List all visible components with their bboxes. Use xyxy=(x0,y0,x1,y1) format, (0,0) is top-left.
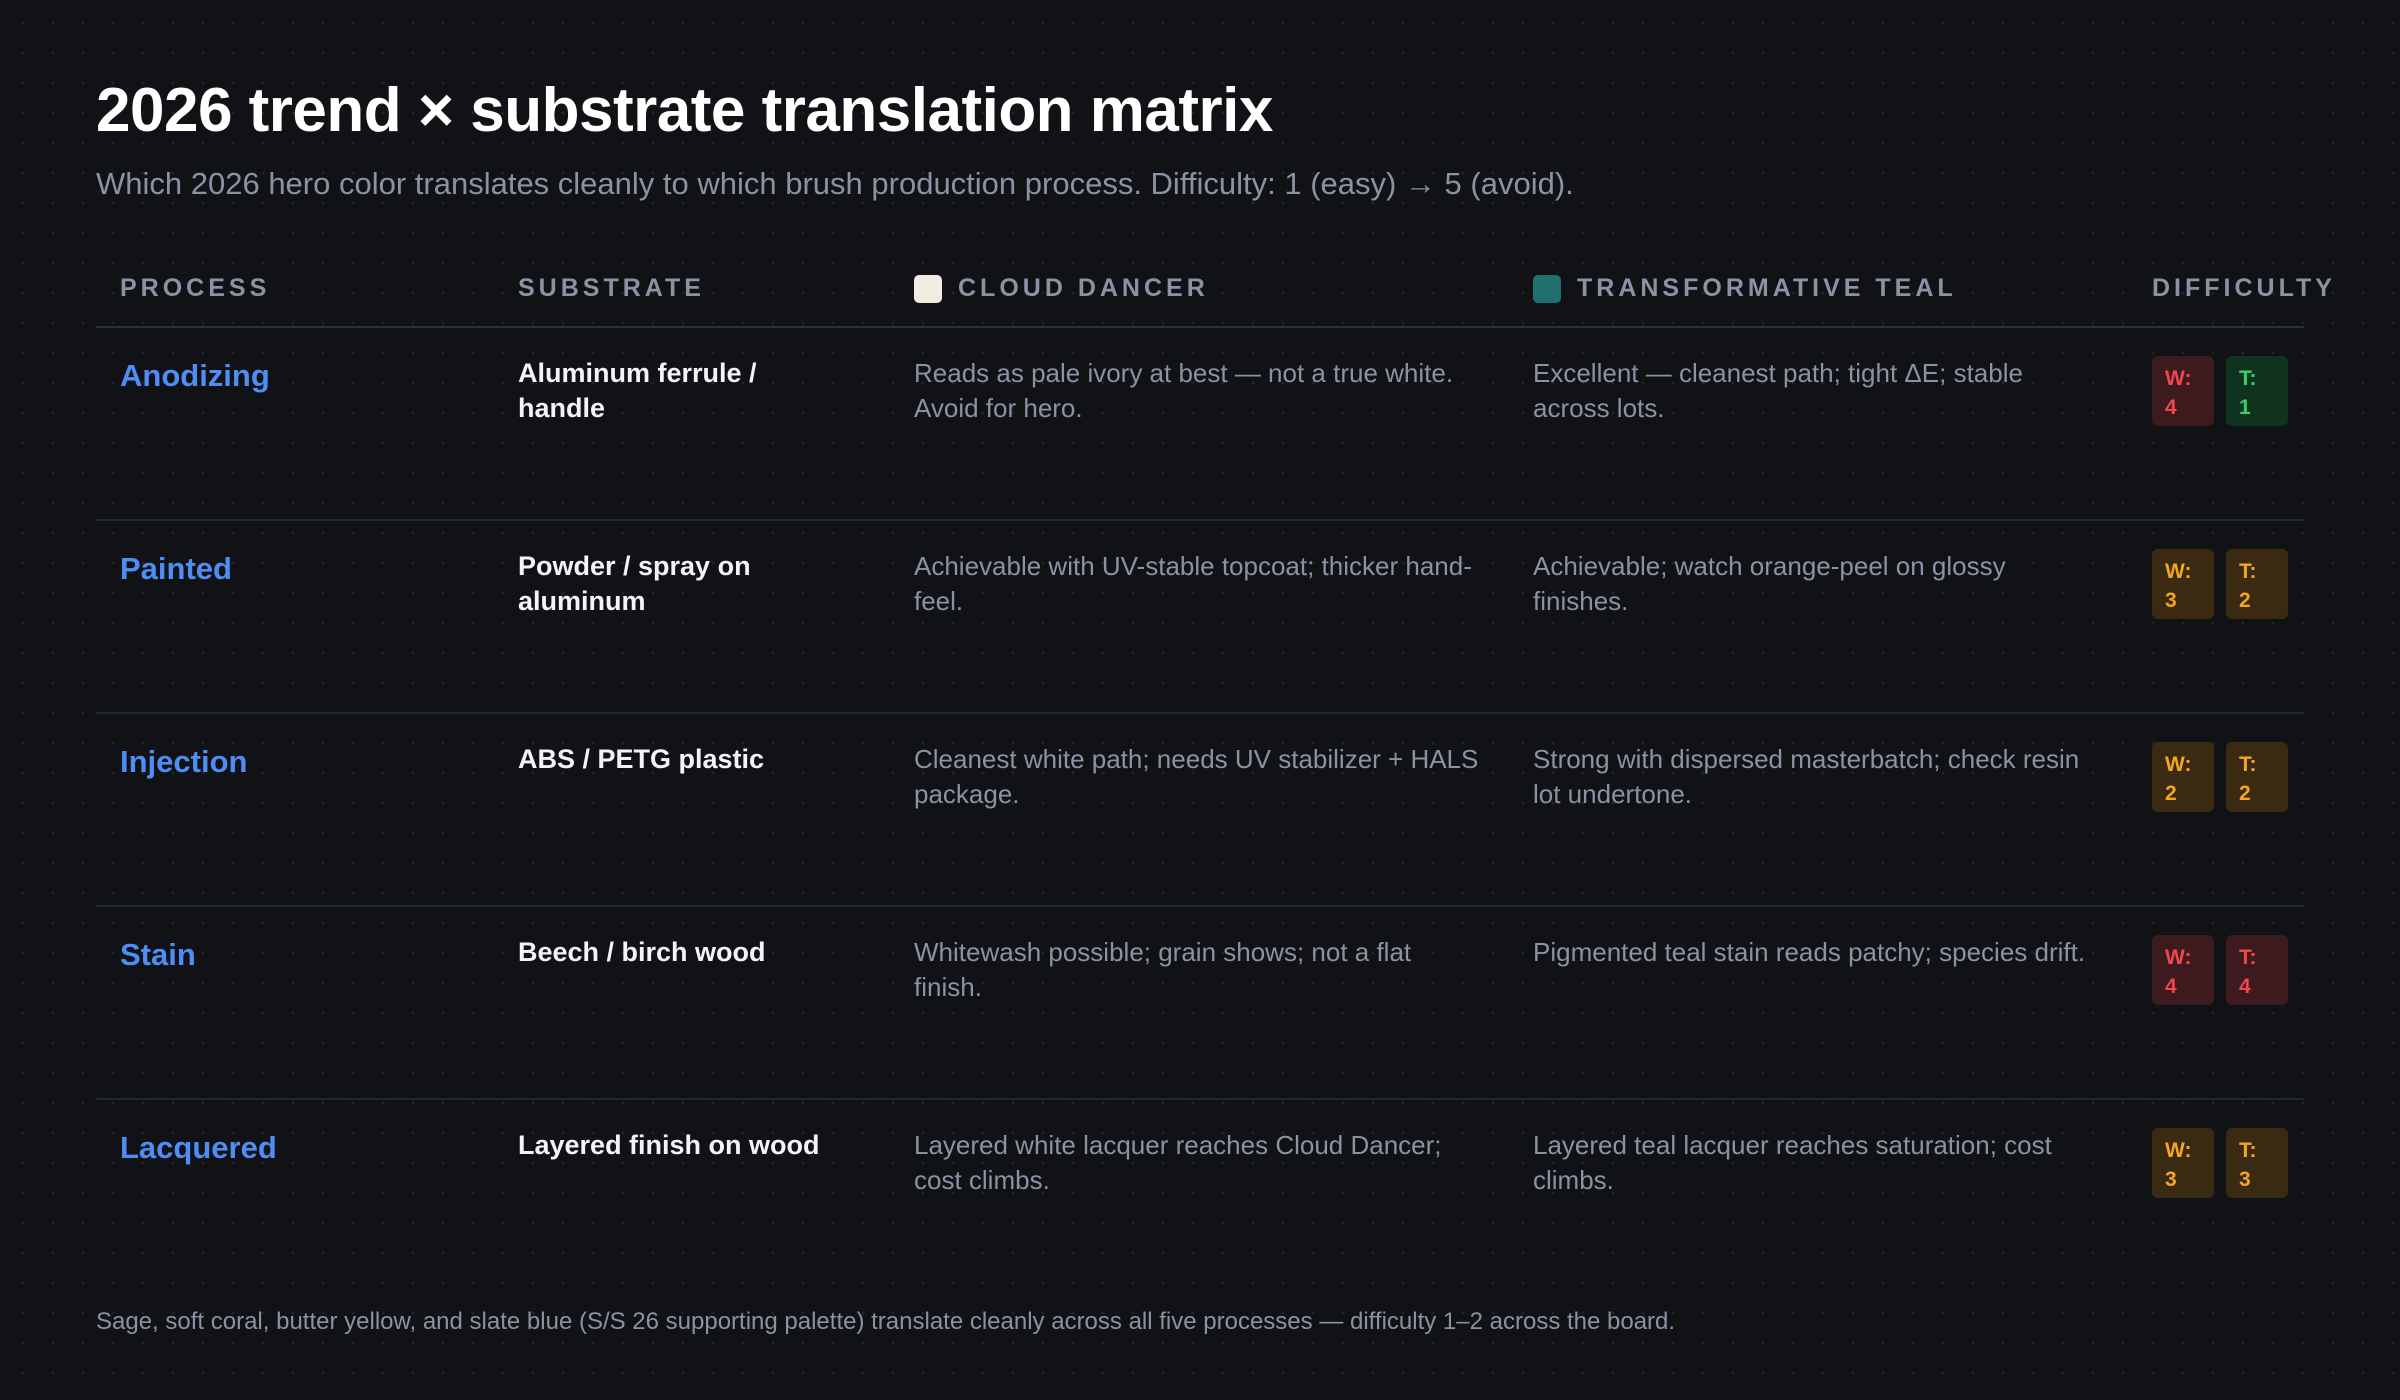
difficulty-badges: W: 4 T: 4 xyxy=(2152,935,2288,1005)
matrix-frame: 2026 trend × substrate translation matri… xyxy=(96,74,2332,1291)
table-row: Anodizing Aluminum ferrule / handle Read… xyxy=(96,328,2304,521)
column-header-difficulty: DIFFICULTY xyxy=(2152,274,2336,303)
white-difficulty-badge: W: 3 xyxy=(2152,1128,2214,1198)
badge-value: 4 xyxy=(2239,975,2251,998)
footnote: Sage, soft coral, butter yellow, and sla… xyxy=(96,1308,1676,1335)
column-header-difficulty-label: DIFFICULTY xyxy=(2152,274,2336,302)
column-header-substrate-label: SUBSTRATE xyxy=(518,274,705,302)
column-header-teal-label: TRANSFORMATIVE TEAL xyxy=(1577,274,1957,302)
badge-label: W: xyxy=(2165,560,2192,583)
white-difficulty-badge: W: 2 xyxy=(2152,742,2214,812)
badge-label: T: xyxy=(2239,753,2257,776)
transformative-teal-swatch xyxy=(1533,274,1561,303)
teal-note: Strong with dispersed masterbatch; check… xyxy=(1533,744,2080,809)
cloud-dancer-note: Cleanest white path; needs UV stabilizer… xyxy=(914,744,1479,809)
white-difficulty-badge: W: 4 xyxy=(2152,356,2214,426)
process-name: Injection xyxy=(120,744,248,779)
teal-difficulty-badge: T: 4 xyxy=(2226,935,2288,1005)
badge-label: T: xyxy=(2239,560,2257,583)
process-name: Lacquered xyxy=(120,1130,277,1165)
column-header-substrate: SUBSTRATE xyxy=(518,274,705,303)
substrate-text: Powder / spray on aluminum xyxy=(518,551,751,616)
table-body: Anodizing Aluminum ferrule / handle Read… xyxy=(96,328,2304,1291)
cloud-dancer-note: Reads as pale ivory at best — not a true… xyxy=(914,358,1454,423)
table-row: Stain Beech / birch wood Whitewash possi… xyxy=(96,907,2304,1100)
badge-value: 3 xyxy=(2165,589,2177,612)
difficulty-badges: W: 2 T: 2 xyxy=(2152,742,2288,812)
page-title: 2026 trend × substrate translation matri… xyxy=(96,76,1273,145)
column-header-process: PROCESS xyxy=(120,274,270,303)
column-header-cloud-dancer-label: CLOUD DANCER xyxy=(958,274,1209,302)
teal-difficulty-badge: T: 3 xyxy=(2226,1128,2288,1198)
cloud-dancer-note: Layered white lacquer reaches Cloud Danc… xyxy=(914,1130,1442,1195)
badge-label: W: xyxy=(2165,946,2192,969)
table-row: Painted Powder / spray on aluminum Achie… xyxy=(96,521,2304,714)
white-difficulty-badge: W: 4 xyxy=(2152,935,2214,1005)
process-name: Anodizing xyxy=(120,358,270,393)
badge-value: 3 xyxy=(2239,1168,2251,1191)
cloud-dancer-note: Whitewash possible; grain shows; not a f… xyxy=(914,937,1412,1002)
process-name: Stain xyxy=(120,937,196,972)
teal-note: Layered teal lacquer reaches saturation;… xyxy=(1533,1130,2052,1195)
badge-label: T: xyxy=(2239,946,2257,969)
translation-matrix-table: PROCESS SUBSTRATE CLOUD DANCER TRANSFORM… xyxy=(96,250,2332,1291)
cloud-dancer-swatch xyxy=(914,274,942,303)
substrate-text: Beech / birch wood xyxy=(518,937,766,967)
badge-value: 3 xyxy=(2165,1168,2177,1191)
teal-difficulty-badge: T: 2 xyxy=(2226,549,2288,619)
column-header-cloud-dancer: CLOUD DANCER xyxy=(914,274,1209,303)
table-header: PROCESS SUBSTRATE CLOUD DANCER TRANSFORM… xyxy=(96,250,2332,328)
badge-value: 4 xyxy=(2165,975,2177,998)
substrate-text: Aluminum ferrule / handle xyxy=(518,358,757,423)
badge-value: 2 xyxy=(2239,782,2251,805)
difficulty-badges: W: 3 T: 2 xyxy=(2152,549,2288,619)
teal-difficulty-badge: T: 2 xyxy=(2226,742,2288,812)
difficulty-badges: W: 4 T: 1 xyxy=(2152,356,2288,426)
teal-note: Pigmented teal stain reads patchy; speci… xyxy=(1533,937,2086,967)
badge-label: W: xyxy=(2165,367,2192,390)
badge-label: W: xyxy=(2165,753,2192,776)
cloud-dancer-note: Achievable with UV-stable topcoat; thick… xyxy=(914,551,1472,616)
teal-difficulty-badge: T: 1 xyxy=(2226,356,2288,426)
badge-label: T: xyxy=(2239,1139,2257,1162)
badge-value: 1 xyxy=(2239,396,2251,419)
column-header-process-label: PROCESS xyxy=(120,274,271,302)
substrate-text: ABS / PETG plastic xyxy=(518,744,765,774)
process-name: Painted xyxy=(120,551,232,586)
page-subtitle: Which 2026 hero color translates cleanly… xyxy=(96,166,1574,201)
substrate-text: Layered finish on wood xyxy=(518,1130,820,1160)
table-row: Lacquered Layered finish on wood Layered… xyxy=(96,1100,2304,1291)
badge-value: 4 xyxy=(2165,396,2177,419)
white-difficulty-badge: W: 3 xyxy=(2152,549,2214,619)
teal-note: Excellent — cleanest path; tight ΔE; sta… xyxy=(1533,358,2023,423)
difficulty-badges: W: 3 T: 3 xyxy=(2152,1128,2288,1198)
badge-value: 2 xyxy=(2239,589,2251,612)
table-row: Injection ABS / PETG plastic Cleanest wh… xyxy=(96,714,2304,907)
teal-note: Achievable; watch orange-peel on glossy … xyxy=(1533,551,2006,616)
badge-label: W: xyxy=(2165,1139,2192,1162)
badge-label: T: xyxy=(2239,367,2257,390)
badge-value: 2 xyxy=(2165,782,2177,805)
column-header-teal: TRANSFORMATIVE TEAL xyxy=(1533,274,1957,303)
